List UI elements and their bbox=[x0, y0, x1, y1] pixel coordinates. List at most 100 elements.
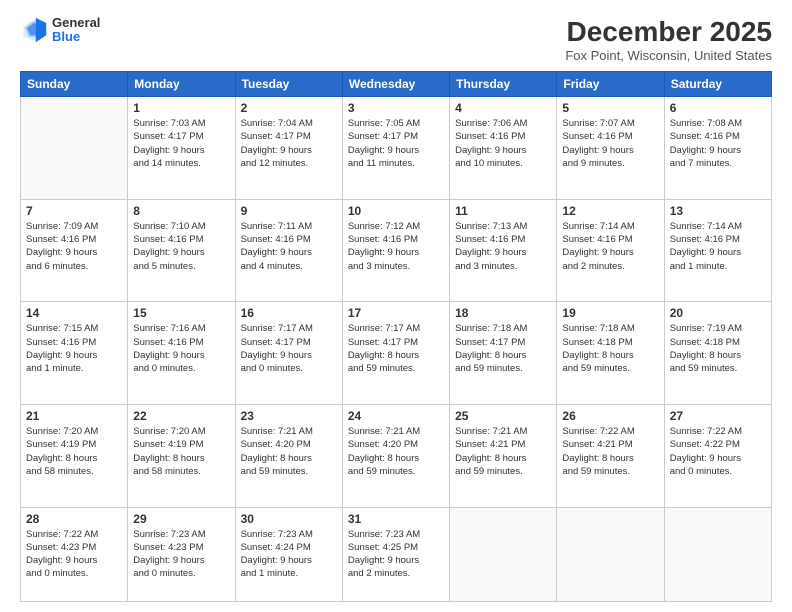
day-number: 18 bbox=[455, 306, 551, 320]
title-block: December 2025 Fox Point, Wisconsin, Unit… bbox=[565, 16, 772, 63]
cell-info: Sunrise: 7:07 AM Sunset: 4:16 PM Dayligh… bbox=[562, 117, 658, 170]
cell-info: Sunrise: 7:22 AM Sunset: 4:21 PM Dayligh… bbox=[562, 425, 658, 478]
week-row: 28 Sunrise: 7:22 AM Sunset: 4:23 PM Dayli… bbox=[21, 507, 772, 601]
day-number: 16 bbox=[241, 306, 337, 320]
day-number: 26 bbox=[562, 409, 658, 423]
day-number: 14 bbox=[26, 306, 122, 320]
cell-info: Sunrise: 7:15 AM Sunset: 4:16 PM Dayligh… bbox=[26, 322, 122, 375]
day-number: 17 bbox=[348, 306, 444, 320]
day-header: Saturday bbox=[664, 72, 771, 97]
calendar-cell: 2 Sunrise: 7:04 AM Sunset: 4:17 PM Daylig… bbox=[235, 97, 342, 200]
calendar-cell: 5 Sunrise: 7:07 AM Sunset: 4:16 PM Daylig… bbox=[557, 97, 664, 200]
calendar-cell: 29Sunrise: 7:23 AM Sunset: 4:23 PM Dayli… bbox=[128, 507, 235, 601]
calendar-cell: 30 Sunrise: 7:23 AM Sunset: 4:24 PM Dayli… bbox=[235, 507, 342, 601]
calendar-cell: 13 Sunrise: 7:14 AM Sunset: 4:16 PM Dayli… bbox=[664, 199, 771, 302]
header-row: SundayMondayTuesdayWednesdayThursdayFrid… bbox=[21, 72, 772, 97]
calendar-cell bbox=[664, 507, 771, 601]
calendar-cell: 12Sunrise: 7:14 AM Sunset: 4:16 PM Dayli… bbox=[557, 199, 664, 302]
cell-info: Sunrise: 7:13 AM Sunset: 4:16 PM Dayligh… bbox=[455, 220, 551, 273]
header: General Blue December 2025 Fox Point, Wi… bbox=[20, 16, 772, 63]
calendar-cell: 8 Sunrise: 7:10 AM Sunset: 4:16 PM Daylig… bbox=[128, 199, 235, 302]
day-number: 7 bbox=[26, 204, 122, 218]
cell-info: Sunrise: 7:17 AM Sunset: 4:17 PM Dayligh… bbox=[348, 322, 444, 375]
day-header: Thursday bbox=[450, 72, 557, 97]
calendar-cell: 15 Sunrise: 7:16 AM Sunset: 4:16 PM Dayli… bbox=[128, 302, 235, 405]
calendar-cell: 26 Sunrise: 7:22 AM Sunset: 4:21 PM Dayli… bbox=[557, 404, 664, 507]
day-number: 5 bbox=[562, 101, 658, 115]
week-row: 7Sunrise: 7:09 AM Sunset: 4:16 PM Daylig… bbox=[21, 199, 772, 302]
page: General Blue December 2025 Fox Point, Wi… bbox=[0, 0, 792, 612]
day-number: 31 bbox=[348, 512, 444, 526]
cell-info: Sunrise: 7:19 AM Sunset: 4:18 PM Dayligh… bbox=[670, 322, 766, 375]
day-number: 25 bbox=[455, 409, 551, 423]
cell-info: Sunrise: 7:10 AM Sunset: 4:16 PM Dayligh… bbox=[133, 220, 229, 273]
day-header: Friday bbox=[557, 72, 664, 97]
day-number: 11 bbox=[455, 204, 551, 218]
calendar-cell: 24Sunrise: 7:21 AM Sunset: 4:20 PM Dayli… bbox=[342, 404, 449, 507]
cell-info: Sunrise: 7:18 AM Sunset: 4:18 PM Dayligh… bbox=[562, 322, 658, 375]
day-header: Monday bbox=[128, 72, 235, 97]
calendar-cell bbox=[21, 97, 128, 200]
calendar-cell: 3 Sunrise: 7:05 AM Sunset: 4:17 PM Daylig… bbox=[342, 97, 449, 200]
day-number: 23 bbox=[241, 409, 337, 423]
logo: General Blue bbox=[20, 16, 100, 45]
cell-info: Sunrise: 7:20 AM Sunset: 4:19 PM Dayligh… bbox=[133, 425, 229, 478]
cell-info: Sunrise: 7:06 AM Sunset: 4:16 PM Dayligh… bbox=[455, 117, 551, 170]
day-header: Sunday bbox=[21, 72, 128, 97]
cell-info: Sunrise: 7:11 AM Sunset: 4:16 PM Dayligh… bbox=[241, 220, 337, 273]
calendar-cell bbox=[450, 507, 557, 601]
day-header: Wednesday bbox=[342, 72, 449, 97]
calendar-cell: 31 Sunrise: 7:23 AM Sunset: 4:25 PM Dayli… bbox=[342, 507, 449, 601]
day-number: 15 bbox=[133, 306, 229, 320]
calendar-cell: 18Sunrise: 7:18 AM Sunset: 4:17 PM Dayli… bbox=[450, 302, 557, 405]
calendar-cell: 7Sunrise: 7:09 AM Sunset: 4:16 PM Daylig… bbox=[21, 199, 128, 302]
day-number: 3 bbox=[348, 101, 444, 115]
cell-info: Sunrise: 7:21 AM Sunset: 4:21 PM Dayligh… bbox=[455, 425, 551, 478]
day-number: 20 bbox=[670, 306, 766, 320]
calendar-cell bbox=[557, 507, 664, 601]
calendar-cell: 19 Sunrise: 7:18 AM Sunset: 4:18 PM Dayli… bbox=[557, 302, 664, 405]
cell-info: Sunrise: 7:21 AM Sunset: 4:20 PM Dayligh… bbox=[348, 425, 444, 478]
calendar-cell: 6Sunrise: 7:08 AM Sunset: 4:16 PM Daylig… bbox=[664, 97, 771, 200]
day-number: 22 bbox=[133, 409, 229, 423]
day-number: 8 bbox=[133, 204, 229, 218]
calendar-cell: 20 Sunrise: 7:19 AM Sunset: 4:18 PM Dayli… bbox=[664, 302, 771, 405]
calendar-cell: 14 Sunrise: 7:15 AM Sunset: 4:16 PM Dayli… bbox=[21, 302, 128, 405]
calendar-cell: 22 Sunrise: 7:20 AM Sunset: 4:19 PM Dayli… bbox=[128, 404, 235, 507]
week-row: 1Sunrise: 7:03 AM Sunset: 4:17 PM Daylig… bbox=[21, 97, 772, 200]
day-number: 28 bbox=[26, 512, 122, 526]
cell-info: Sunrise: 7:04 AM Sunset: 4:17 PM Dayligh… bbox=[241, 117, 337, 170]
logo-blue: Blue bbox=[52, 30, 100, 44]
calendar-cell: 10Sunrise: 7:12 AM Sunset: 4:16 PM Dayli… bbox=[342, 199, 449, 302]
day-number: 4 bbox=[455, 101, 551, 115]
cell-info: Sunrise: 7:23 AM Sunset: 4:24 PM Dayligh… bbox=[241, 528, 337, 581]
day-number: 13 bbox=[670, 204, 766, 218]
day-number: 19 bbox=[562, 306, 658, 320]
logo-text: General Blue bbox=[52, 16, 100, 45]
cell-info: Sunrise: 7:17 AM Sunset: 4:17 PM Dayligh… bbox=[241, 322, 337, 375]
week-row: 21 Sunrise: 7:20 AM Sunset: 4:19 PM Dayli… bbox=[21, 404, 772, 507]
cell-info: Sunrise: 7:16 AM Sunset: 4:16 PM Dayligh… bbox=[133, 322, 229, 375]
month-title: December 2025 bbox=[565, 16, 772, 48]
cell-info: Sunrise: 7:21 AM Sunset: 4:20 PM Dayligh… bbox=[241, 425, 337, 478]
cell-info: Sunrise: 7:14 AM Sunset: 4:16 PM Dayligh… bbox=[670, 220, 766, 273]
day-number: 30 bbox=[241, 512, 337, 526]
calendar-cell: 28 Sunrise: 7:22 AM Sunset: 4:23 PM Dayli… bbox=[21, 507, 128, 601]
location: Fox Point, Wisconsin, United States bbox=[565, 48, 772, 63]
day-number: 1 bbox=[133, 101, 229, 115]
cell-info: Sunrise: 7:12 AM Sunset: 4:16 PM Dayligh… bbox=[348, 220, 444, 273]
logo-icon bbox=[20, 16, 48, 44]
logo-general: General bbox=[52, 16, 100, 30]
day-number: 21 bbox=[26, 409, 122, 423]
day-number: 2 bbox=[241, 101, 337, 115]
day-number: 6 bbox=[670, 101, 766, 115]
cell-info: Sunrise: 7:23 AM Sunset: 4:25 PM Dayligh… bbox=[348, 528, 444, 581]
cell-info: Sunrise: 7:22 AM Sunset: 4:23 PM Dayligh… bbox=[26, 528, 122, 581]
cell-info: Sunrise: 7:22 AM Sunset: 4:22 PM Dayligh… bbox=[670, 425, 766, 478]
calendar: SundayMondayTuesdayWednesdayThursdayFrid… bbox=[20, 71, 772, 602]
calendar-cell: 9Sunrise: 7:11 AM Sunset: 4:16 PM Daylig… bbox=[235, 199, 342, 302]
calendar-cell: 16 Sunrise: 7:17 AM Sunset: 4:17 PM Dayli… bbox=[235, 302, 342, 405]
cell-info: Sunrise: 7:05 AM Sunset: 4:17 PM Dayligh… bbox=[348, 117, 444, 170]
calendar-cell: 17 Sunrise: 7:17 AM Sunset: 4:17 PM Dayli… bbox=[342, 302, 449, 405]
calendar-cell: 4 Sunrise: 7:06 AM Sunset: 4:16 PM Daylig… bbox=[450, 97, 557, 200]
